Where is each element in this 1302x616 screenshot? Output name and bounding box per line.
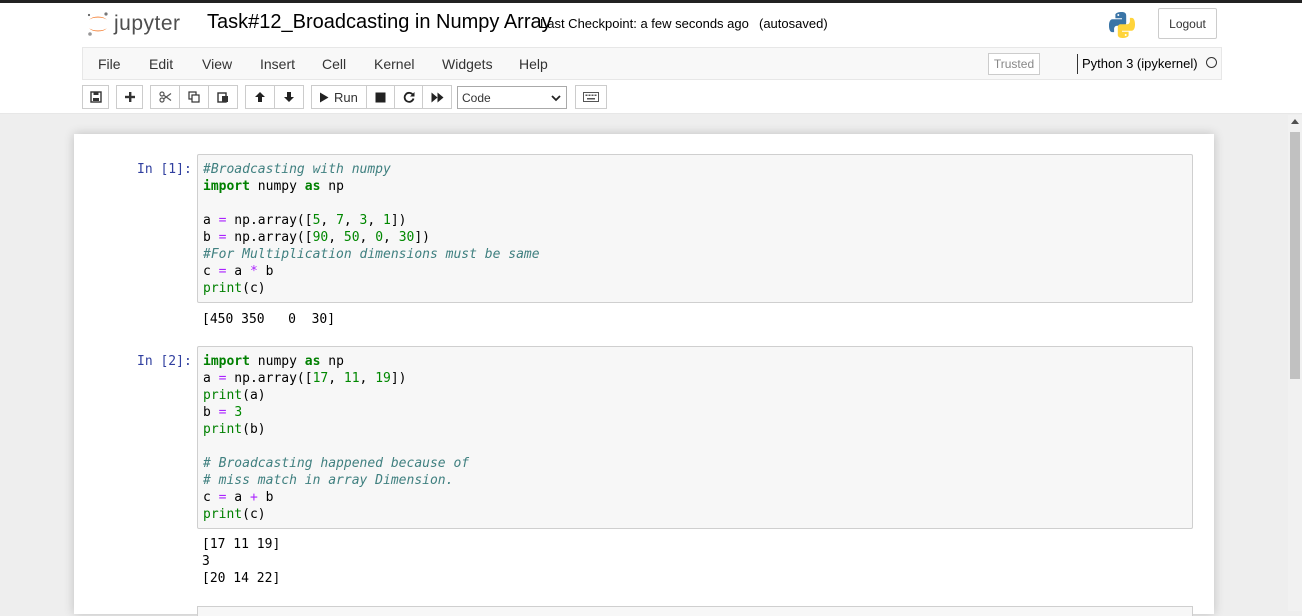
jupyter-logo[interactable]: jupyter [86,9,181,39]
cell-prompt: In [1]: [137,162,192,177]
autosave-status: (autosaved) [759,16,828,31]
code-line: print(b) [203,422,266,437]
code-line: a = np.array([17, 11, 19]) [203,371,407,386]
restart-run-all-button[interactable] [422,85,452,109]
kernel-idle-indicator-icon [1206,57,1217,68]
code-line: b = 3 [203,405,243,420]
move-up-button[interactable] [245,85,275,109]
paste-icon [217,92,228,103]
menu-file[interactable]: File [98,56,121,72]
menu-insert[interactable]: Insert [260,56,295,72]
arrow-down-icon [284,92,294,102]
move-down-button[interactable] [274,85,304,109]
menu-kernel[interactable]: Kernel [374,56,414,72]
code-line: # miss match in array Dimension. [203,473,454,488]
plus-icon [124,92,135,102]
code-line: print(c) [203,507,266,522]
menubar: File Edit View Insert Cell Kernel Widget… [0,47,1302,80]
kernel-separator [1077,54,1078,74]
scroll-up-arrow-icon[interactable] [1291,119,1299,124]
menu-help[interactable]: Help [519,56,548,72]
fast-forward-icon [431,92,443,102]
chevron-down-icon [551,95,561,102]
notebook-area: In [1]: #Broadcasting with numpy import … [0,115,1288,616]
code-input[interactable]: #Broadcasting with numpy import numpy as… [197,154,1193,303]
cell-output: [17 11 19] 3 [20 14 22] [202,536,280,587]
code-input[interactable]: import numpy as np a = np.array([17, 11,… [197,346,1193,529]
cell-prompt: In [2]: [137,354,192,369]
arrow-up-icon [255,92,265,102]
cut-button[interactable] [150,85,180,109]
save-icon [89,91,102,103]
interrupt-button[interactable] [366,85,395,109]
scrollbar-thumb[interactable] [1290,132,1300,379]
python-logo-icon [1109,12,1135,38]
keyboard-icon [583,92,599,102]
save-button[interactable] [82,85,109,109]
code-line: #Broadcasting with numpy [203,162,391,177]
code-line: c = a + b [203,490,274,505]
checkpoint-status: Last Checkpoint: a few seconds ago [540,16,749,31]
copy-icon [188,91,200,103]
code-cell-3[interactable] [197,606,1193,616]
code-line: import numpy as np [203,179,344,194]
paste-button[interactable] [208,85,238,109]
code-line: a = np.array([5, 7, 3, 1]) [203,213,407,228]
cut-icon [158,91,171,103]
menu-cell[interactable]: Cell [322,56,346,72]
logo-text: jupyter [114,12,181,35]
output-line: [20 14 22] [202,571,281,586]
code-line: import numpy as np [203,354,344,369]
code-line: print(c) [203,281,266,296]
code-line: print(a) [203,388,266,403]
output-line: [450 350 0 30] [202,312,336,327]
menubar-container: File Edit View Insert Cell Kernel Widget… [82,47,1222,80]
trusted-indicator[interactable]: Trusted [988,53,1040,75]
notebook-title[interactable]: Task#12_Broadcasting in Numpy Array [207,11,552,34]
cell-type-value: Code [462,90,491,105]
code-line: c = a * b [203,264,274,279]
output-line: [17 11 19] [202,537,281,552]
kernel-name[interactable]: Python 3 (ipykernel) [1082,56,1198,71]
output-line: 3 [202,554,210,569]
code-line: #For Multiplication dimensions must be s… [203,247,540,262]
run-icon [320,92,329,102]
menu-edit[interactable]: Edit [149,56,173,72]
copy-button[interactable] [179,85,209,109]
run-button[interactable]: Run [311,85,367,109]
insert-cell-button[interactable] [116,85,143,109]
restart-icon [403,91,414,103]
toolbar: Run Code [0,80,1302,114]
notebook-page: In [1]: #Broadcasting with numpy import … [74,134,1214,616]
header: jupyter Task#12_Broadcasting in Numpy Ar… [0,3,1302,47]
logout-button[interactable]: Logout [1158,8,1217,39]
restart-button[interactable] [394,85,423,109]
command-palette-button[interactable] [575,85,607,109]
vertical-scrollbar[interactable] [1288,115,1302,611]
code-line: b = np.array([90, 50, 0, 30]) [203,230,430,245]
stop-icon [375,92,386,102]
cell-output: [450 350 0 30] [202,311,335,328]
menu-view[interactable]: View [202,56,232,72]
code-line: # Broadcasting happened because of [203,456,470,471]
jupyter-logo-icon [87,12,108,36]
cell-type-select[interactable]: Code [457,86,567,109]
run-label: Run [334,89,358,105]
menu-widgets[interactable]: Widgets [442,56,493,72]
